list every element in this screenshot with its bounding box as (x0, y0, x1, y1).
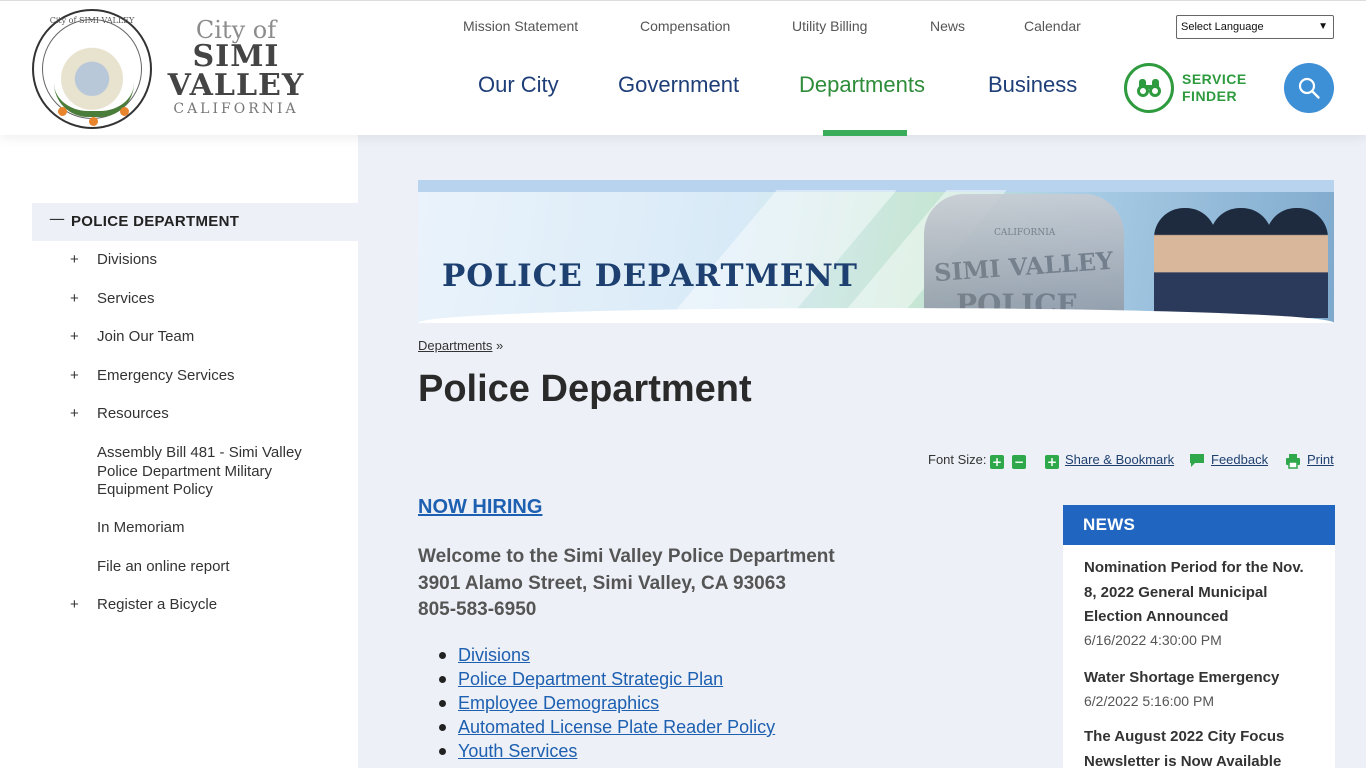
chevron-down-icon: ▼ (1318, 21, 1328, 32)
utility-link-utility-billing[interactable]: Utility Billing (792, 18, 867, 34)
expand-plus-icon[interactable]: + (70, 405, 79, 422)
city-seal-logo[interactable]: City of SIMI VALLEY (32, 9, 152, 129)
expand-plus-icon[interactable]: + (70, 367, 79, 384)
active-nav-indicator (823, 130, 907, 136)
news-item-title[interactable]: The August 2022 City Focus Newsletter is… (1084, 725, 1316, 768)
share-bookmark-link[interactable]: Share & Bookmark (1065, 452, 1174, 467)
seal-orange (120, 107, 129, 116)
wordmark-line-2: SIMI (192, 39, 280, 74)
language-select[interactable]: Select Language ▼ (1176, 15, 1334, 39)
service-finder-label: SERVICE FINDER (1182, 71, 1247, 105)
sidebar-item-emergency-services[interactable]: Emergency Services (97, 367, 327, 386)
news-item-date: 6/16/2022 4:30:00 PM (1084, 632, 1222, 648)
link-divisions[interactable]: Divisions (458, 645, 530, 665)
breadcrumb-separator: » (496, 338, 504, 353)
city-wordmark-logo[interactable]: City of SIMI VALLEY CALIFORNIA (166, 17, 306, 117)
banner-title: POLICE DEPARTMENT (442, 258, 858, 294)
link-youth-services[interactable]: Youth Services (458, 741, 577, 761)
expand-plus-icon[interactable]: + (70, 290, 79, 307)
wordmark-line-3: VALLEY (167, 68, 305, 103)
nav-business[interactable]: Business (988, 72, 1077, 98)
sidebar-item-in-memoriam[interactable]: In Memoriam (97, 519, 327, 538)
news-panel: NEWS Nomination Period for the Nov. 8, 2… (1063, 505, 1335, 768)
sidebar-item-services[interactable]: Services (97, 290, 327, 309)
wordmark-line-4: CALIFORNIA (173, 101, 299, 117)
sidebar-heading-police-department[interactable]: — POLICE DEPARTMENT (32, 203, 358, 241)
site-header: City of SIMI VALLEY City of SIMI VALLEY … (0, 0, 1366, 136)
utility-link-mission-statement[interactable]: Mission Statement (463, 18, 578, 34)
print-icon[interactable] (1285, 453, 1301, 473)
seal-orange (58, 107, 67, 116)
nav-government[interactable]: Government (618, 72, 739, 98)
expand-plus-icon[interactable]: + (70, 328, 79, 345)
font-size-label: Font Size: (928, 452, 987, 467)
department-banner-image: SIMI VALLEY POLICE CALIFORNIA POLICE DEP… (418, 180, 1334, 323)
sidebar-heading-label: POLICE DEPARTMENT (71, 213, 240, 230)
font-decrease-button[interactable]: − (1012, 455, 1026, 469)
list-item: Divisions (436, 643, 775, 667)
department-links-list: Divisions Police Department Strategic Pl… (436, 643, 775, 763)
binoculars-icon (1124, 63, 1174, 113)
address-line: 3901 Alamo Street, Simi Valley, CA 93063 (418, 572, 786, 594)
police-badge-graphic: SIMI VALLEY POLICE CALIFORNIA (924, 194, 1124, 323)
feedback-link[interactable]: Feedback (1211, 452, 1268, 467)
share-plus-icon[interactable]: + (1045, 455, 1059, 469)
news-heading: NEWS (1063, 505, 1335, 545)
link-strategic-plan[interactable]: Police Department Strategic Plan (458, 669, 723, 689)
sidebar-item-assembly-bill-481[interactable]: Assembly Bill 481 - Simi Valley Police D… (97, 444, 327, 500)
officer-photo (1210, 208, 1272, 318)
news-item-title[interactable]: Nomination Period for the Nov. 8, 2022 G… (1084, 556, 1316, 630)
seal-orange (89, 117, 98, 126)
sidebar-item-resources[interactable]: Resources (97, 405, 327, 424)
nav-departments[interactable]: Departments (799, 72, 925, 98)
phone-line: 805-583-6950 (418, 599, 537, 620)
expand-plus-icon[interactable]: + (70, 251, 79, 268)
list-item: Police Department Strategic Plan (436, 667, 775, 691)
sidebar-item-divisions[interactable]: Divisions (97, 251, 327, 270)
welcome-line: Welcome to the Simi Valley Police Depart… (418, 546, 835, 567)
expand-plus-icon[interactable]: + (70, 596, 79, 613)
search-button[interactable] (1284, 63, 1334, 113)
search-icon (1298, 77, 1320, 99)
font-increase-button[interactable]: + (990, 455, 1004, 469)
collapse-minus-icon[interactable]: — (49, 209, 65, 228)
sidebar-item-register-bicycle[interactable]: Register a Bicycle (97, 596, 327, 615)
list-item: Youth Services (436, 739, 775, 763)
now-hiring-link[interactable]: NOW HIRING (418, 496, 542, 519)
list-item: Employee Demographics (436, 691, 775, 715)
sidebar-item-join-our-team[interactable]: Join Our Team (97, 328, 327, 347)
news-item-date: 6/2/2022 5:16:00 PM (1084, 693, 1214, 709)
feedback-icon[interactable] (1189, 453, 1205, 472)
utility-link-calendar[interactable]: Calendar (1024, 18, 1081, 34)
link-employee-demographics[interactable]: Employee Demographics (458, 693, 659, 713)
sidebar-item-file-online-report[interactable]: File an online report (97, 558, 327, 577)
language-select-value: Select Language (1181, 21, 1264, 33)
link-alpr-policy[interactable]: Automated License Plate Reader Policy (458, 717, 775, 737)
seal-text: City of SIMI VALLEY (49, 16, 135, 25)
list-item: Automated License Plate Reader Policy (436, 715, 775, 739)
service-finder-line-1: SERVICE (1182, 71, 1247, 87)
utility-link-news[interactable]: News (930, 18, 965, 34)
breadcrumb: Departments » (418, 338, 503, 353)
print-link[interactable]: Print (1307, 452, 1334, 467)
service-finder-line-2: FINDER (1182, 88, 1238, 104)
news-item-title[interactable]: Water Shortage Emergency (1084, 666, 1316, 691)
utility-link-compensation[interactable]: Compensation (640, 18, 730, 34)
badge-text: SIMI VALLEY (933, 245, 1115, 288)
welcome-block: Welcome to the Simi Valley Police Depart… (418, 544, 835, 624)
breadcrumb-link-departments[interactable]: Departments (418, 338, 492, 353)
officer-photo (1266, 208, 1328, 318)
badge-small-text: CALIFORNIA (994, 228, 1056, 238)
nav-our-city[interactable]: Our City (478, 72, 559, 98)
service-finder-button[interactable]: SERVICE FINDER (1124, 63, 1264, 113)
officer-photo (1154, 208, 1216, 318)
page-title: Police Department (418, 368, 752, 410)
